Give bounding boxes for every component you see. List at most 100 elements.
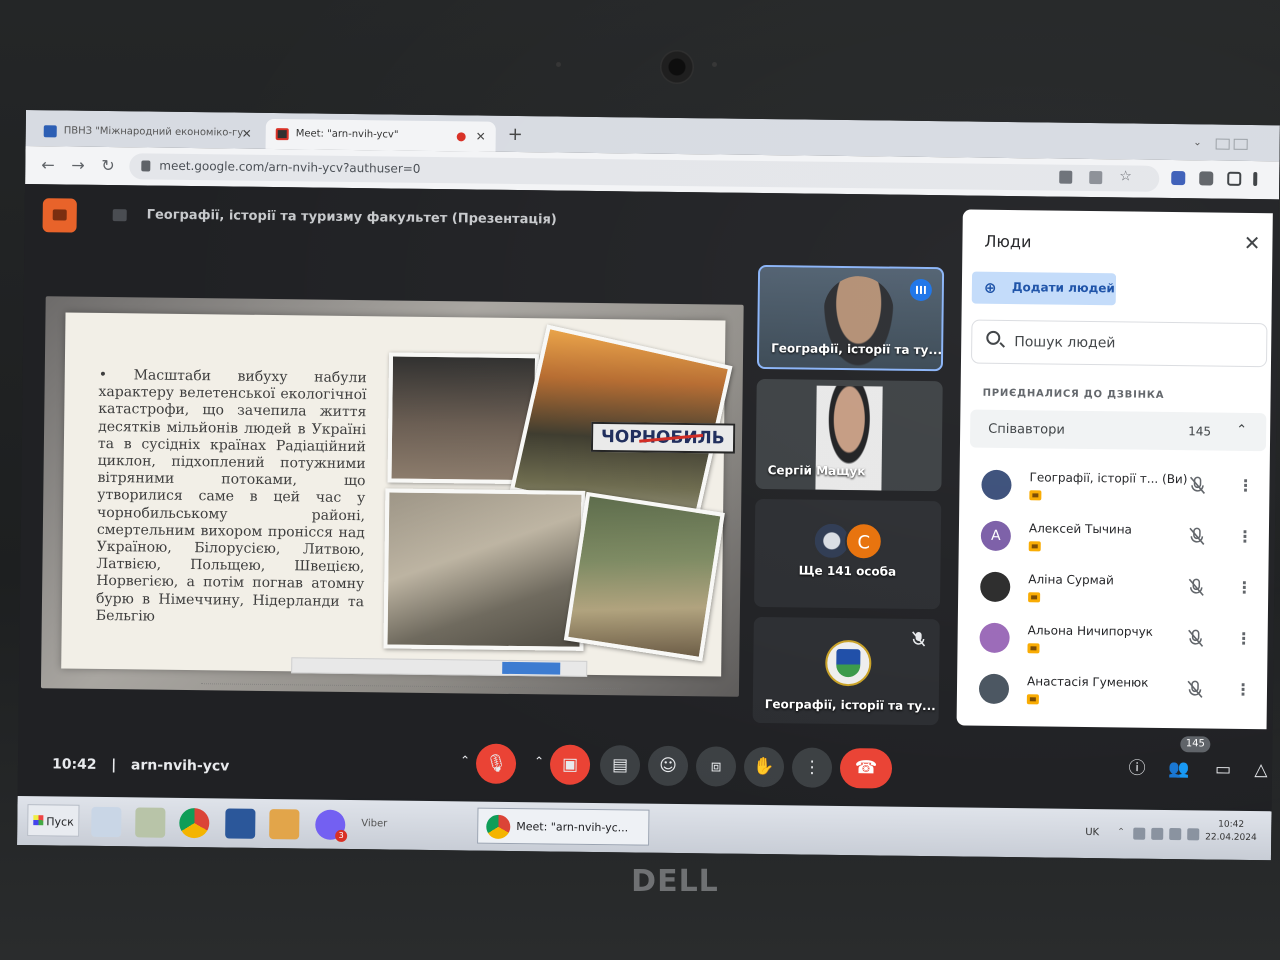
share-icon[interactable] bbox=[1089, 170, 1103, 185]
meeting-details-button[interactable]: ⓘ bbox=[1122, 753, 1152, 783]
system-clock[interactable]: 10:42 22.04.2024 bbox=[1205, 818, 1257, 845]
more-options-icon[interactable]: ⋮ bbox=[1237, 476, 1253, 495]
chrome-icon[interactable] bbox=[179, 807, 210, 839]
captions-button[interactable]: ▤ bbox=[599, 745, 641, 786]
search-people-input[interactable]: Пошук людей bbox=[970, 319, 1268, 368]
tray-app-icon[interactable] bbox=[1133, 827, 1146, 840]
activities-button[interactable]: △ bbox=[1246, 755, 1276, 785]
more-options-icon[interactable]: ⋮ bbox=[1237, 527, 1253, 546]
search-icon bbox=[986, 330, 1001, 345]
people-icon: 👥 bbox=[1168, 759, 1190, 780]
search-placeholder: Пошук людей bbox=[1014, 334, 1116, 352]
start-button[interactable]: Пуск bbox=[27, 804, 80, 837]
chat-button[interactable]: ▭ bbox=[1208, 754, 1238, 784]
taskbar-active-window[interactable]: Meet: "arn-nvih-yc... bbox=[477, 807, 650, 846]
leave-call-button[interactable]: ☎ bbox=[839, 747, 893, 789]
video-options-chevron-icon[interactable]: ⌃ bbox=[534, 754, 544, 768]
participant-row[interactable]: Географії, історії т... (Ви) ⋮ bbox=[969, 462, 1266, 518]
avatar: С bbox=[844, 522, 884, 561]
dell-logo: DELL bbox=[631, 864, 719, 899]
participant-tile[interactable]: Сергій Мащук bbox=[755, 378, 943, 492]
captions-icon: ▤ bbox=[611, 755, 629, 776]
participant-row[interactable]: Аліна Сурмай ⋮ bbox=[968, 564, 1265, 620]
participant-tile-active-speaker[interactable]: Географії, історії та ту... bbox=[756, 264, 945, 372]
mic-off-icon[interactable] bbox=[1189, 527, 1205, 549]
presenting-icon bbox=[112, 209, 127, 222]
close-icon[interactable]: ✕ bbox=[1244, 231, 1261, 255]
present-screen-icon: ⧈ bbox=[710, 756, 722, 777]
participant-row[interactable]: Альона Ничипорчук ⋮ bbox=[967, 615, 1264, 671]
more-options-button[interactable]: ⋮ bbox=[791, 747, 833, 788]
tray-app-icon[interactable] bbox=[1151, 827, 1164, 840]
contributor-tag-icon bbox=[1027, 643, 1040, 654]
window-controls bbox=[1212, 134, 1268, 150]
extension-shield-icon[interactable] bbox=[1171, 170, 1186, 186]
more-options-icon[interactable]: ⋮ bbox=[1236, 629, 1252, 648]
recording-indicator-icon bbox=[456, 132, 466, 142]
tab-university[interactable]: ПВНЗ "Міжнародний економіко-гу ✕ bbox=[34, 116, 262, 149]
participant-row[interactable]: Анастасія Гуменюк ⋮ bbox=[967, 666, 1264, 722]
participant-name: Географії, історії та ту... bbox=[764, 697, 936, 714]
chevron-up-icon[interactable]: ⌃ bbox=[1236, 423, 1247, 438]
minimize-icon[interactable] bbox=[1215, 138, 1230, 150]
slide-notice-button[interactable] bbox=[502, 661, 561, 675]
maximize-icon[interactable] bbox=[1233, 138, 1248, 150]
mic-off-icon[interactable] bbox=[1187, 680, 1203, 702]
kebab-menu-icon[interactable] bbox=[1253, 171, 1258, 187]
pinned-app-icon[interactable] bbox=[135, 807, 166, 838]
tray-chevron-icon[interactable]: ⌃ bbox=[1117, 827, 1129, 839]
reactions-button[interactable]: ☺ bbox=[647, 745, 689, 787]
back-arrow-icon[interactable]: ← bbox=[41, 155, 55, 174]
media-player-icon[interactable] bbox=[269, 809, 300, 840]
bookmark-star-icon[interactable]: ☆ bbox=[1119, 168, 1132, 184]
mic-off-icon[interactable] bbox=[1188, 578, 1204, 600]
more-options-icon[interactable]: ⋮ bbox=[1235, 680, 1251, 699]
meet-stage: Географії, історії та туризму факультет … bbox=[17, 183, 1280, 810]
present-button[interactable]: ⧈ bbox=[695, 746, 737, 787]
tab-meet[interactable]: Meet: "arn-nvih-ycv" ✕ bbox=[265, 118, 496, 152]
mic-off-icon: 🎙 bbox=[485, 753, 507, 774]
audio-options-chevron-icon[interactable]: ⌃ bbox=[460, 753, 470, 767]
camera-in-use-icon[interactable] bbox=[1059, 170, 1073, 184]
contributor-tag-icon bbox=[1026, 694, 1039, 705]
url-field[interactable]: meet.google.com/arn-nvih-ycv?authuser=0 … bbox=[129, 153, 1160, 192]
mic-off-icon[interactable] bbox=[1189, 476, 1206, 498]
tab-search-chevron-icon[interactable]: ⌄ bbox=[1193, 137, 1202, 148]
network-icon[interactable] bbox=[1169, 828, 1182, 841]
extensions-puzzle-icon[interactable] bbox=[1199, 171, 1214, 186]
speaking-indicator-icon bbox=[909, 278, 933, 302]
reload-icon[interactable]: ↻ bbox=[101, 156, 115, 175]
mic-off-icon[interactable] bbox=[1187, 629, 1204, 651]
avatar bbox=[978, 673, 1010, 705]
mic-off-icon bbox=[912, 631, 926, 647]
side-panel-icon[interactable] bbox=[1227, 171, 1242, 186]
group-count: 145 bbox=[1188, 424, 1212, 439]
section-heading: ПРИЄДНАЛИСЯ ДО ДЗВІНКА bbox=[982, 387, 1165, 401]
add-people-button[interactable]: ⊕ Додати людей bbox=[971, 271, 1117, 306]
participant-tile[interactable]: Географії, історії та ту... bbox=[752, 616, 940, 726]
raise-hand-button[interactable]: ✋ bbox=[743, 746, 785, 788]
participant-row[interactable]: А Алексей Тычина ⋮ bbox=[969, 513, 1266, 569]
close-tab-icon[interactable]: ✕ bbox=[476, 129, 486, 143]
people-button[interactable]: 👥 bbox=[1164, 754, 1194, 784]
contributors-group-header[interactable]: Співавтори 145 ⌃ bbox=[969, 409, 1267, 452]
mic-toggle-button[interactable]: 🎙 bbox=[475, 743, 517, 785]
more-options-icon[interactable]: ⋮ bbox=[1236, 578, 1252, 597]
lock-icon bbox=[141, 160, 151, 172]
word-icon[interactable] bbox=[225, 808, 256, 839]
viber-label[interactable]: Viber bbox=[361, 818, 387, 829]
camera-off-icon: ▣ bbox=[561, 754, 579, 775]
close-tab-icon[interactable]: ✕ bbox=[242, 127, 252, 141]
explorer-icon[interactable] bbox=[91, 806, 122, 838]
more-participants-tile[interactable]: С Ще 141 особа bbox=[753, 498, 942, 610]
laptop-screen: ПВНЗ "Міжнародний економіко-гу ✕ Meet: "… bbox=[17, 110, 1280, 861]
faculty-crest-avatar bbox=[825, 639, 872, 687]
forward-arrow-icon[interactable]: → bbox=[71, 156, 85, 175]
camera-toggle-button[interactable]: ▣ bbox=[549, 744, 591, 785]
volume-icon[interactable] bbox=[1187, 828, 1200, 841]
photo-overgrown-cars bbox=[563, 491, 725, 662]
avatar bbox=[980, 571, 1011, 603]
input-language[interactable]: UK bbox=[1085, 827, 1099, 838]
new-tab-button[interactable]: + bbox=[508, 124, 523, 145]
slide-body-text: • Масштаби вибуху набули характеру велет… bbox=[95, 366, 367, 625]
